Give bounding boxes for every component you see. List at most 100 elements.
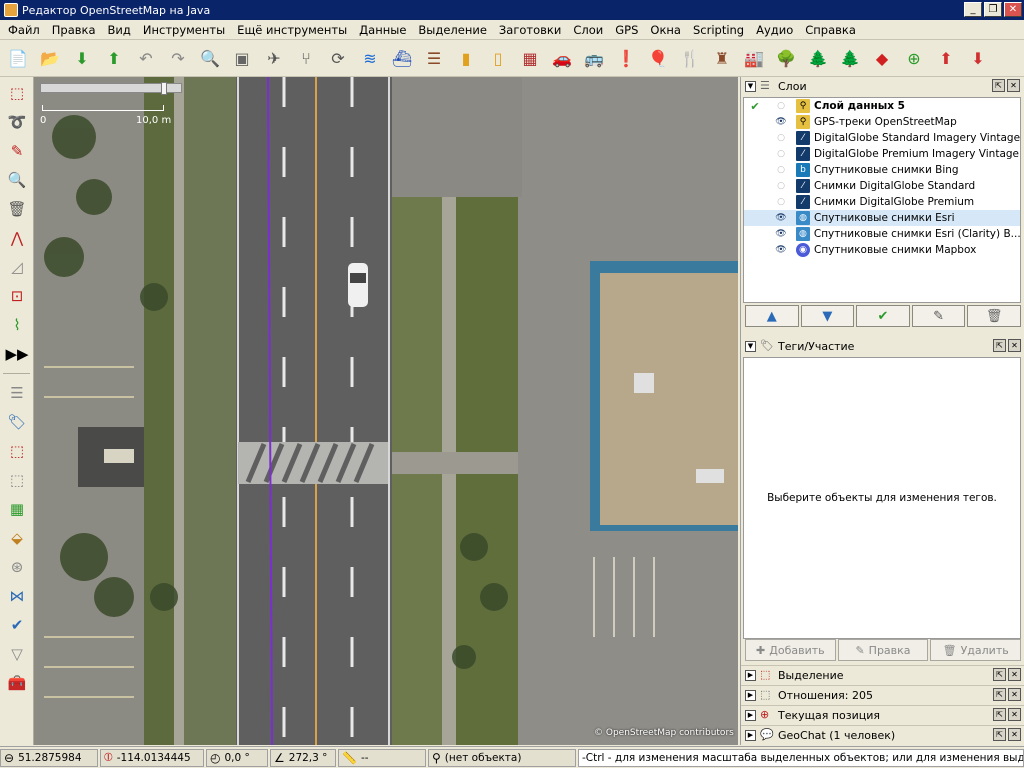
- select-tool-icon[interactable]: ⬚: [4, 80, 30, 106]
- balloons-preset-icon[interactable]: 🎈: [644, 45, 672, 73]
- move-node-up-icon[interactable]: ⬆: [932, 45, 960, 73]
- tags-close-button[interactable]: ✕: [1008, 339, 1021, 352]
- map-view[interactable]: [34, 77, 738, 745]
- extrude-tool-icon[interactable]: ⊡: [4, 283, 30, 309]
- menu-tools[interactable]: Инструменты: [137, 20, 231, 40]
- conflict-toggle-icon[interactable]: ⬙: [4, 525, 30, 551]
- menu-help[interactable]: Справка: [799, 20, 862, 40]
- menu-file[interactable]: Файл: [2, 20, 46, 40]
- upload-icon[interactable]: ⬆: [100, 45, 128, 73]
- layer-visibility-icon[interactable]: 👁: [774, 117, 788, 127]
- tags-detach-button[interactable]: ⇱: [993, 339, 1006, 352]
- layer-row[interactable]: 👁 ◉ Спутниковые снимки Mapbox: [744, 242, 1020, 258]
- selection-close-button[interactable]: ✕: [1008, 668, 1021, 681]
- layer-row[interactable]: ○ ⁄ DigitalGlobe Premium Imagery Vintage: [744, 146, 1020, 162]
- hazard-preset-icon[interactable]: ❗: [612, 45, 640, 73]
- layer-visibility-icon[interactable]: ○: [774, 101, 788, 111]
- menu-selection[interactable]: Выделение: [412, 20, 493, 40]
- car-preset-icon[interactable]: 🚗: [548, 45, 576, 73]
- layer-row[interactable]: ○ ⁄ Снимки DigitalGlobe Premium: [744, 194, 1020, 210]
- bus-preset-icon[interactable]: 🚌: [580, 45, 608, 73]
- split-tool-icon[interactable]: ⌇: [4, 312, 30, 338]
- activate-layer-button[interactable]: ✔: [856, 305, 910, 327]
- split-way-icon[interactable]: ⑂: [292, 45, 320, 73]
- layer-visibility-icon[interactable]: ○: [774, 197, 788, 207]
- menu-presets[interactable]: Заготовки: [493, 20, 567, 40]
- relations-close-button[interactable]: ✕: [1008, 688, 1021, 701]
- improve-way-tool-icon[interactable]: ⋀: [4, 225, 30, 251]
- preferences-icon[interactable]: 🔍: [196, 45, 224, 73]
- delete-layer-button[interactable]: 🗑: [967, 305, 1021, 327]
- maximize-button[interactable]: ❐: [984, 2, 1002, 17]
- layers-collapse-toggle[interactable]: ▼: [745, 80, 756, 92]
- author-toggle-icon[interactable]: ⋈: [4, 583, 30, 609]
- move-layer-up-button[interactable]: ▲: [745, 305, 799, 327]
- relations-toggle-icon[interactable]: ⬚: [4, 467, 30, 493]
- restaurant-preset-icon[interactable]: 🍴: [676, 45, 704, 73]
- layer-row[interactable]: ○ ⁄ DigitalGlobe Standard Imagery Vintag…: [744, 130, 1020, 146]
- barrier-preset-icon[interactable]: ▯: [484, 45, 512, 73]
- layer-row[interactable]: 👁 ⚲ GPS-треки OpenStreetMap: [744, 114, 1020, 130]
- move-node-down-icon[interactable]: ⬇: [964, 45, 992, 73]
- layer-visibility-icon[interactable]: ○: [774, 165, 788, 175]
- woodland-preset-icon[interactable]: 🌲: [836, 45, 864, 73]
- layer-row-selected[interactable]: 👁 ◍ Спутниковые снимки Esri: [744, 210, 1020, 226]
- menu-layers[interactable]: Слои: [567, 20, 609, 40]
- filter-funnel-icon[interactable]: ▽: [4, 641, 30, 667]
- geochat-close-button[interactable]: ✕: [1008, 728, 1021, 741]
- edit-tag-button[interactable]: ✎ Правка: [837, 639, 929, 661]
- menu-audio[interactable]: Аудио: [750, 20, 799, 40]
- menu-scripting[interactable]: Scripting: [687, 20, 750, 40]
- open-file-icon[interactable]: 📂: [36, 45, 64, 73]
- waterway-preset-icon[interactable]: ≋: [356, 45, 384, 73]
- download-icon[interactable]: ⬇: [68, 45, 96, 73]
- layer-visibility-icon[interactable]: ○: [774, 181, 788, 191]
- layers-detach-button[interactable]: ⇱: [992, 79, 1005, 92]
- delete-tag-button[interactable]: 🗑 Удалить: [930, 639, 1022, 661]
- lasso-tool-icon[interactable]: ➰: [4, 109, 30, 135]
- layer-row[interactable]: ○ b Спутниковые снимки Bing: [744, 162, 1020, 178]
- more-tools-icon[interactable]: ▶▶: [4, 341, 30, 367]
- selection-expand-toggle[interactable]: ▶: [745, 669, 756, 681]
- filter-toggle-icon[interactable]: ⊛: [4, 554, 30, 580]
- menu-more-tools[interactable]: Ещё инструменты: [231, 20, 353, 40]
- zoom-slider-knob[interactable]: [161, 82, 167, 95]
- info-icon[interactable]: ▣: [228, 45, 256, 73]
- minimize-button[interactable]: _: [964, 2, 982, 17]
- delete-tool-icon[interactable]: 🗑: [4, 196, 30, 222]
- railway-preset-icon[interactable]: ☰: [420, 45, 448, 73]
- map-attribution[interactable]: © OpenStreetMap contributors: [594, 728, 734, 738]
- tree-preset-icon[interactable]: 🌳: [772, 45, 800, 73]
- close-button[interactable]: ✕: [1004, 2, 1022, 17]
- map-pin-preset-icon[interactable]: ◆: [868, 45, 896, 73]
- layer-row[interactable]: ○ ⁄ Снимки DigitalGlobe Standard: [744, 178, 1020, 194]
- tags-collapse-toggle[interactable]: ▼: [745, 340, 756, 352]
- redo-icon[interactable]: ↷: [164, 45, 192, 73]
- ferry-preset-icon[interactable]: ⛴: [388, 45, 416, 73]
- layers-toggle-icon[interactable]: ☰: [4, 380, 30, 406]
- zoom-tool-icon[interactable]: 🔍: [4, 167, 30, 193]
- castle-preset-icon[interactable]: ♜: [708, 45, 736, 73]
- tags-table[interactable]: Выберите объекты для изменения тегов.: [743, 357, 1021, 639]
- traffic-signal-preset-icon[interactable]: ▮: [452, 45, 480, 73]
- layer-visibility-icon[interactable]: 👁: [774, 213, 788, 223]
- layer-visibility-icon[interactable]: ○: [774, 149, 788, 159]
- history-toggle-icon[interactable]: ▦: [4, 496, 30, 522]
- menu-windows[interactable]: Окна: [644, 20, 687, 40]
- current-position-detach-button[interactable]: ⇱: [993, 708, 1006, 721]
- toolbox-icon[interactable]: 🧰: [4, 670, 30, 696]
- validation-toggle-icon[interactable]: ✔: [4, 612, 30, 638]
- simplify-way-icon[interactable]: ✈: [260, 45, 288, 73]
- current-position-expand-toggle[interactable]: ▶: [745, 709, 756, 721]
- tags-toggle-icon[interactable]: 🏷: [4, 409, 30, 435]
- align-nodes-icon[interactable]: ⊕: [900, 45, 928, 73]
- current-position-close-button[interactable]: ✕: [1008, 708, 1021, 721]
- layer-visibility-icon[interactable]: 👁: [774, 229, 788, 239]
- menu-view[interactable]: Вид: [102, 20, 137, 40]
- selection-detach-button[interactable]: ⇱: [993, 668, 1006, 681]
- factory-preset-icon[interactable]: 🏭: [740, 45, 768, 73]
- layer-row[interactable]: 👁 ◍ Спутниковые снимки Esri (Clarity) B.…: [744, 226, 1020, 242]
- layers-close-button[interactable]: ✕: [1007, 79, 1020, 92]
- add-tag-button[interactable]: ✚ Добавить: [745, 639, 836, 661]
- menu-data[interactable]: Данные: [353, 20, 412, 40]
